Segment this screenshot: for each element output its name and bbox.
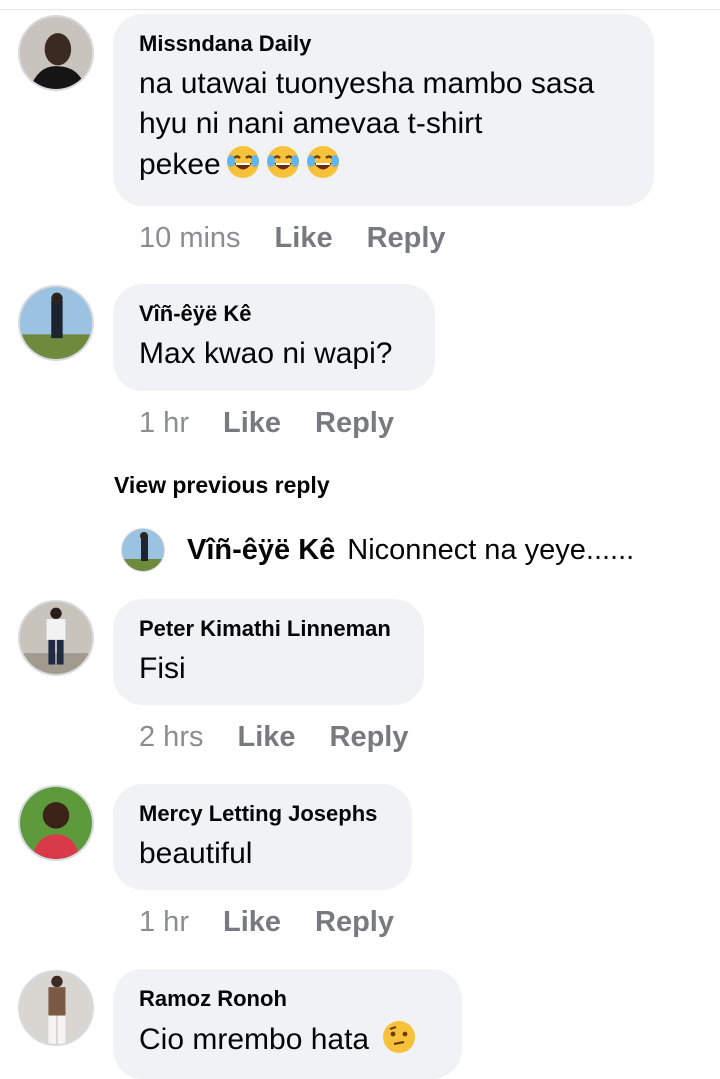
avatar-vin-eye-ke[interactable] xyxy=(18,285,94,361)
comment-timestamp[interactable]: 2 hrs xyxy=(139,721,203,753)
comment-bubble[interactable]: Peter Kimathi Linneman Fisi xyxy=(113,599,424,705)
reply-author[interactable]: Vîñ-êÿë Kê xyxy=(187,534,335,567)
view-previous-reply-link[interactable]: View previous reply xyxy=(114,472,330,499)
face-with-tears-of-joy-icon xyxy=(226,146,259,178)
like-button[interactable]: Like xyxy=(223,407,281,439)
comment-timestamp[interactable]: 1 hr xyxy=(139,407,189,439)
face-with-tears-of-joy-icon xyxy=(266,146,299,178)
comment-text-line: pekee xyxy=(139,148,221,181)
comment-actions: 1 hr Like Reply xyxy=(139,407,394,440)
comment-timestamp[interactable]: 10 mins xyxy=(139,222,241,254)
comment-author[interactable]: Missndana Daily xyxy=(139,30,628,58)
avatar-image xyxy=(20,787,92,859)
comment-text-line-with-emoji: Cio mrembo hata xyxy=(139,1019,436,1060)
avatar-image xyxy=(20,602,92,674)
face-with-tears-of-joy-icon xyxy=(306,146,339,178)
like-button[interactable]: Like xyxy=(275,222,333,254)
comment-text-line-with-emoji: pekee xyxy=(139,144,628,185)
avatar-mercy-letting-josephs[interactable] xyxy=(18,785,94,861)
thinking-face-icon xyxy=(383,1021,416,1053)
comment-text: Fisi xyxy=(139,652,186,685)
comment-author[interactable]: Vîñ-êÿë Kê xyxy=(139,300,409,328)
reply-button[interactable]: Reply xyxy=(315,906,394,938)
reply-preview[interactable]: Vîñ-êÿë Kê Niconnect na yeye...... xyxy=(121,528,634,572)
comment-actions: 1 hr Like Reply xyxy=(139,906,394,939)
comment-author[interactable]: Mercy Letting Josephs xyxy=(139,800,386,828)
comment-bubble[interactable]: Vîñ-êÿë Kê Max kwao ni wapi? xyxy=(113,284,435,391)
avatar-image xyxy=(122,529,164,571)
comment-actions: 2 hrs Like Reply xyxy=(139,721,409,754)
comment-author[interactable]: Ramoz Ronoh xyxy=(139,985,436,1013)
comment-bubble[interactable]: Missndana Daily na utawai tuonyesha mamb… xyxy=(113,14,654,206)
comment-bubble[interactable]: Ramoz Ronoh Cio mrembo hata xyxy=(113,969,462,1079)
reply-text: Niconnect na yeye...... xyxy=(347,533,635,566)
reply-button[interactable]: Reply xyxy=(330,721,409,753)
comment-text: Cio mrembo hata xyxy=(139,1023,370,1056)
top-divider xyxy=(0,0,720,10)
comment-bubble[interactable]: Mercy Letting Josephs beautiful xyxy=(113,784,412,890)
comment-text-line: hyu ni nani amevaa t-shirt xyxy=(139,107,483,140)
comment-actions: 10 mins Like Reply xyxy=(139,222,446,255)
reply-button[interactable]: Reply xyxy=(315,407,394,439)
avatar-image xyxy=(20,972,92,1044)
reply-button[interactable]: Reply xyxy=(367,222,446,254)
comment-timestamp[interactable]: 1 hr xyxy=(139,906,189,938)
like-button[interactable]: Like xyxy=(237,721,295,753)
avatar-peter-kimathi-linneman[interactable] xyxy=(18,600,94,676)
comment-author[interactable]: Peter Kimathi Linneman xyxy=(139,615,398,643)
reply-avatar[interactable] xyxy=(121,528,165,572)
avatar-image xyxy=(20,17,92,89)
comment-text: beautiful xyxy=(139,837,253,870)
avatar-image xyxy=(20,287,92,359)
like-button[interactable]: Like xyxy=(223,906,281,938)
comment-text: Max kwao ni wapi? xyxy=(139,337,393,370)
avatar-missndana-daily[interactable] xyxy=(18,15,94,91)
comment-text: na utawai tuonyesha mambo sasa hyu ni na… xyxy=(139,64,628,185)
comment-text-line: na utawai tuonyesha mambo sasa xyxy=(139,67,595,100)
avatar-ramoz-ronoh[interactable] xyxy=(18,970,94,1046)
